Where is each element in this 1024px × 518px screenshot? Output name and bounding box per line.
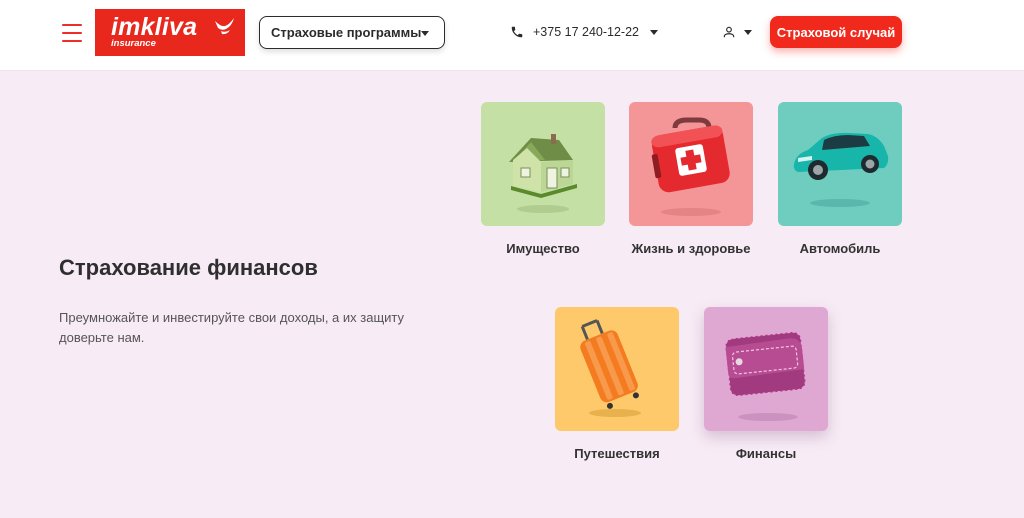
house-icon (509, 134, 577, 213)
card-travel[interactable]: Путешествия (555, 307, 679, 464)
logo[interactable]: imkliva insurance (95, 9, 245, 56)
chevron-down-icon (650, 29, 658, 35)
insurance-programs-label: Страховые программы (271, 25, 422, 40)
user-icon (723, 26, 735, 38)
chevron-down-icon (744, 29, 752, 35)
chevron-down-icon (421, 31, 429, 36)
card-label: Имущество (506, 241, 580, 256)
card-tile (704, 307, 828, 431)
logo-bird-icon (215, 18, 234, 35)
phone-number: +375 17 240-12-22 (533, 25, 639, 39)
phone-icon (511, 26, 523, 38)
card-property[interactable]: Имущество (481, 102, 605, 259)
card-label: Жизнь и здоровье (631, 241, 751, 256)
card-car[interactable]: Автомобиль (778, 102, 902, 259)
card-tile (555, 307, 679, 431)
logo-subtitle: insurance (111, 38, 156, 49)
phone-dropdown[interactable]: +375 17 240-12-22 (510, 22, 658, 42)
insurance-programs-dropdown[interactable]: Страховые программы (259, 16, 445, 49)
car-icon (793, 132, 889, 207)
first-aid-kit-icon (651, 117, 730, 216)
card-life-health[interactable]: Жизнь и здоровье (629, 102, 753, 259)
insurance-claim-button[interactable]: Страховой случай (770, 16, 902, 48)
card-label: Финансы (735, 446, 797, 461)
wallet-icon (724, 331, 807, 421)
page-description: Преумножайте и инвестируйте свои доходы,… (59, 310, 405, 345)
user-menu[interactable] (722, 23, 752, 41)
hamburger-icon[interactable] (62, 24, 82, 42)
card-tile (481, 102, 605, 226)
card-finance[interactable]: Финансы (704, 307, 828, 464)
card-label: Автомобиль (799, 241, 881, 256)
card-label: Путешествия (574, 446, 660, 461)
page-title: Страхование финансов (59, 255, 318, 280)
site-header: imkliva insurance Страховые программы +3… (0, 0, 1024, 71)
card-tile (629, 102, 753, 226)
card-tile (778, 102, 902, 226)
suitcase-icon (580, 319, 641, 417)
